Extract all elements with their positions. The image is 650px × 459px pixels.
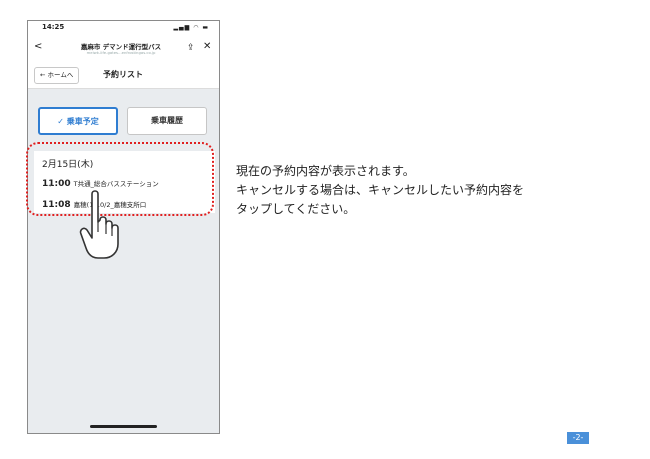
home-indicator (90, 425, 157, 428)
status-bar: 14:25 ▂▄▆ ◠ ▬ (28, 21, 219, 37)
pointing-hand-icon (79, 190, 119, 259)
page-title: 予約リスト (103, 70, 143, 79)
instruction-text: 現在の予約内容が表示されます。 キャンセルする場合は、キャンセルしたい予約内容を… (236, 162, 636, 219)
share-icon[interactable]: ⇪ (187, 43, 195, 53)
close-icon[interactable]: ✕ (203, 41, 211, 52)
status-time: 14:25 (42, 23, 65, 31)
tab-ride-history[interactable]: 乗車履歴 (127, 107, 207, 135)
breadcrumb: ← ホームへ 予約リスト (28, 61, 219, 89)
tab-upcoming-rides[interactable]: ✓ 乗車予定 (38, 107, 118, 135)
back-chevron-icon[interactable]: < (34, 41, 42, 52)
page-number-badge: -2- (567, 432, 589, 444)
instruction-line: キャンセルする場合は、キャンセルしたい予約内容を (236, 183, 525, 197)
instruction-line: 現在の予約内容が表示されます。 (236, 164, 415, 178)
instruction-line: タップしてください。 (236, 202, 356, 216)
home-button[interactable]: ← ホームへ (34, 67, 80, 84)
signal-wifi-battery-icon: ▂▄▆ ◠ ▬ (173, 24, 209, 31)
site-url: meiwk-life-gates...enfrostingas.co.jp (86, 50, 156, 55)
browser-nav-bar: < 嘉麻市 デマンド運行型バス meiwk-life-gates...enfro… (28, 37, 219, 61)
